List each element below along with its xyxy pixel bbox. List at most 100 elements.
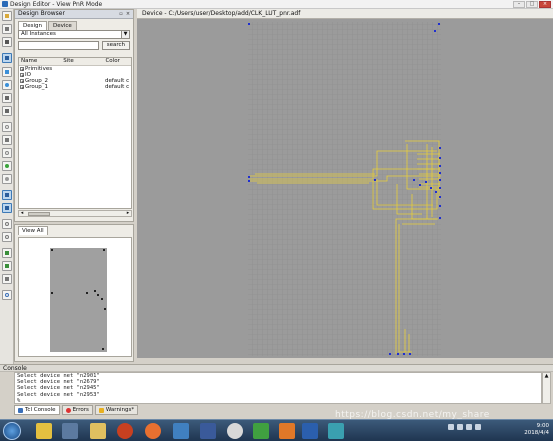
- expand-icon[interactable]: +: [20, 85, 24, 90]
- horizontal-scrollbar[interactable]: ◂ ▸: [18, 210, 132, 217]
- taskbar-clock[interactable]: 9:00 2018/4/4: [524, 423, 549, 437]
- windows-start-icon[interactable]: [3, 422, 21, 440]
- cell-pin[interactable]: [413, 179, 415, 181]
- route-mode-icon[interactable]: [2, 53, 12, 63]
- zoom-select-icon[interactable]: [2, 135, 12, 145]
- tab-view-all[interactable]: View All: [18, 226, 48, 235]
- console-prompt[interactable]: %: [17, 398, 541, 403]
- find-icon[interactable]: [2, 290, 12, 300]
- network-icon[interactable]: [173, 423, 189, 439]
- search-input[interactable]: [18, 41, 99, 50]
- console-scrollbar[interactable]: ▲: [542, 372, 551, 404]
- media-player-icon[interactable]: [117, 423, 133, 439]
- io-pin[interactable]: [439, 217, 441, 219]
- reset-view-icon[interactable]: [2, 232, 12, 242]
- firefox-icon[interactable]: [145, 423, 161, 439]
- chevron-down-icon[interactable]: ▼: [121, 31, 129, 38]
- io-pin[interactable]: [409, 353, 411, 355]
- expand-icon[interactable]: +: [20, 79, 24, 84]
- io-pin[interactable]: [374, 179, 376, 181]
- device-view-icon[interactable]: [2, 67, 12, 77]
- close-icon[interactable]: ×: [125, 11, 131, 17]
- io-pin[interactable]: [439, 165, 441, 167]
- zoom-in-icon[interactable]: [2, 122, 12, 132]
- console-output[interactable]: Select device net "n2901" Select device …: [14, 372, 542, 404]
- tab-errors[interactable]: Errors: [61, 405, 93, 415]
- minimap-pin: [97, 294, 99, 296]
- properties-icon[interactable]: [2, 274, 12, 284]
- minimize-button[interactable]: –: [513, 1, 525, 8]
- select-nets-icon[interactable]: [2, 203, 12, 213]
- folder-icon[interactable]: [90, 423, 106, 439]
- device-fabric-view[interactable]: [137, 19, 553, 358]
- qq-icon[interactable]: [253, 423, 269, 439]
- column-header-color[interactable]: Color: [103, 58, 131, 65]
- editor-icon[interactable]: [279, 423, 295, 439]
- hierarchy-icon[interactable]: [2, 261, 12, 271]
- table-row[interactable]: + Group_1 default c: [19, 84, 131, 90]
- save-icon[interactable]: [2, 37, 12, 47]
- io-pin[interactable]: [397, 353, 399, 355]
- io-pin[interactable]: [403, 353, 405, 355]
- cell-pin[interactable]: [425, 181, 427, 183]
- io-pin[interactable]: [389, 353, 391, 355]
- io-pin[interactable]: [439, 147, 441, 149]
- volume-icon[interactable]: [475, 424, 481, 430]
- zoom-out-icon[interactable]: [2, 148, 12, 158]
- expand-icon[interactable]: +: [20, 67, 24, 72]
- io-pin[interactable]: [439, 205, 441, 207]
- tdn-icon[interactable]: [200, 423, 216, 439]
- io-pin[interactable]: [248, 180, 250, 182]
- open-icon[interactable]: [2, 11, 12, 21]
- io-pin[interactable]: [248, 23, 250, 25]
- refresh-icon[interactable]: [2, 80, 12, 90]
- restore-icon[interactable]: ▫: [118, 11, 124, 17]
- cell-pin[interactable]: [435, 191, 437, 193]
- maximize-button[interactable]: □: [526, 1, 538, 8]
- io-pin[interactable]: [439, 179, 441, 181]
- io-pin[interactable]: [439, 157, 441, 159]
- io-pin[interactable]: [439, 196, 441, 198]
- chart-tool-icon[interactable]: [328, 423, 344, 439]
- instance-filter-select[interactable]: All Instances ▼: [18, 30, 130, 39]
- tab-design[interactable]: Design: [18, 21, 47, 30]
- io-pin[interactable]: [438, 23, 440, 25]
- scroll-up-icon[interactable]: ▲: [543, 373, 550, 379]
- io-pin[interactable]: [439, 187, 441, 189]
- tray-icon[interactable]: [457, 424, 463, 430]
- cell-pin[interactable]: [430, 187, 432, 189]
- tab-tcl-console[interactable]: Tcl Console: [14, 405, 60, 415]
- close-button[interactable]: ×: [539, 1, 551, 8]
- scroll-right-icon[interactable]: ▸: [125, 211, 131, 216]
- column-header-site[interactable]: Site: [61, 58, 103, 65]
- search-button[interactable]: search: [101, 41, 130, 50]
- tray-icon[interactable]: [466, 424, 472, 430]
- fit-view-icon[interactable]: [2, 219, 12, 229]
- drive-icon[interactable]: [227, 423, 243, 439]
- expand-icon[interactable]: +: [20, 73, 24, 78]
- explorer-icon[interactable]: [62, 423, 78, 439]
- scroll-thumb[interactable]: [28, 212, 50, 216]
- print-icon[interactable]: [2, 24, 12, 34]
- io-pin[interactable]: [248, 176, 250, 178]
- word-icon[interactable]: [302, 423, 318, 439]
- io-pin[interactable]: [434, 30, 436, 32]
- layout-icon[interactable]: [2, 93, 12, 103]
- tray-icon[interactable]: [448, 424, 454, 430]
- cell-pin[interactable]: [419, 184, 421, 186]
- device-canvas[interactable]: [137, 19, 553, 358]
- nav-forward-icon[interactable]: [2, 174, 12, 184]
- nav-back-icon[interactable]: [2, 161, 12, 171]
- app-launcher-icon[interactable]: [36, 423, 52, 439]
- column-header-name[interactable]: Name: [19, 58, 61, 65]
- tab-warnings[interactable]: Warnings*: [94, 405, 139, 415]
- table-header: Name Site Color: [19, 58, 131, 66]
- minimap-pin: [101, 298, 103, 300]
- io-pin[interactable]: [439, 172, 441, 174]
- tab-device[interactable]: Device: [48, 21, 77, 30]
- grid-icon[interactable]: [2, 106, 12, 116]
- device-minimap[interactable]: [50, 248, 107, 352]
- expand-icon[interactable]: [2, 248, 12, 258]
- select-cells-icon[interactable]: [2, 190, 12, 200]
- scroll-left-icon[interactable]: ◂: [19, 211, 25, 216]
